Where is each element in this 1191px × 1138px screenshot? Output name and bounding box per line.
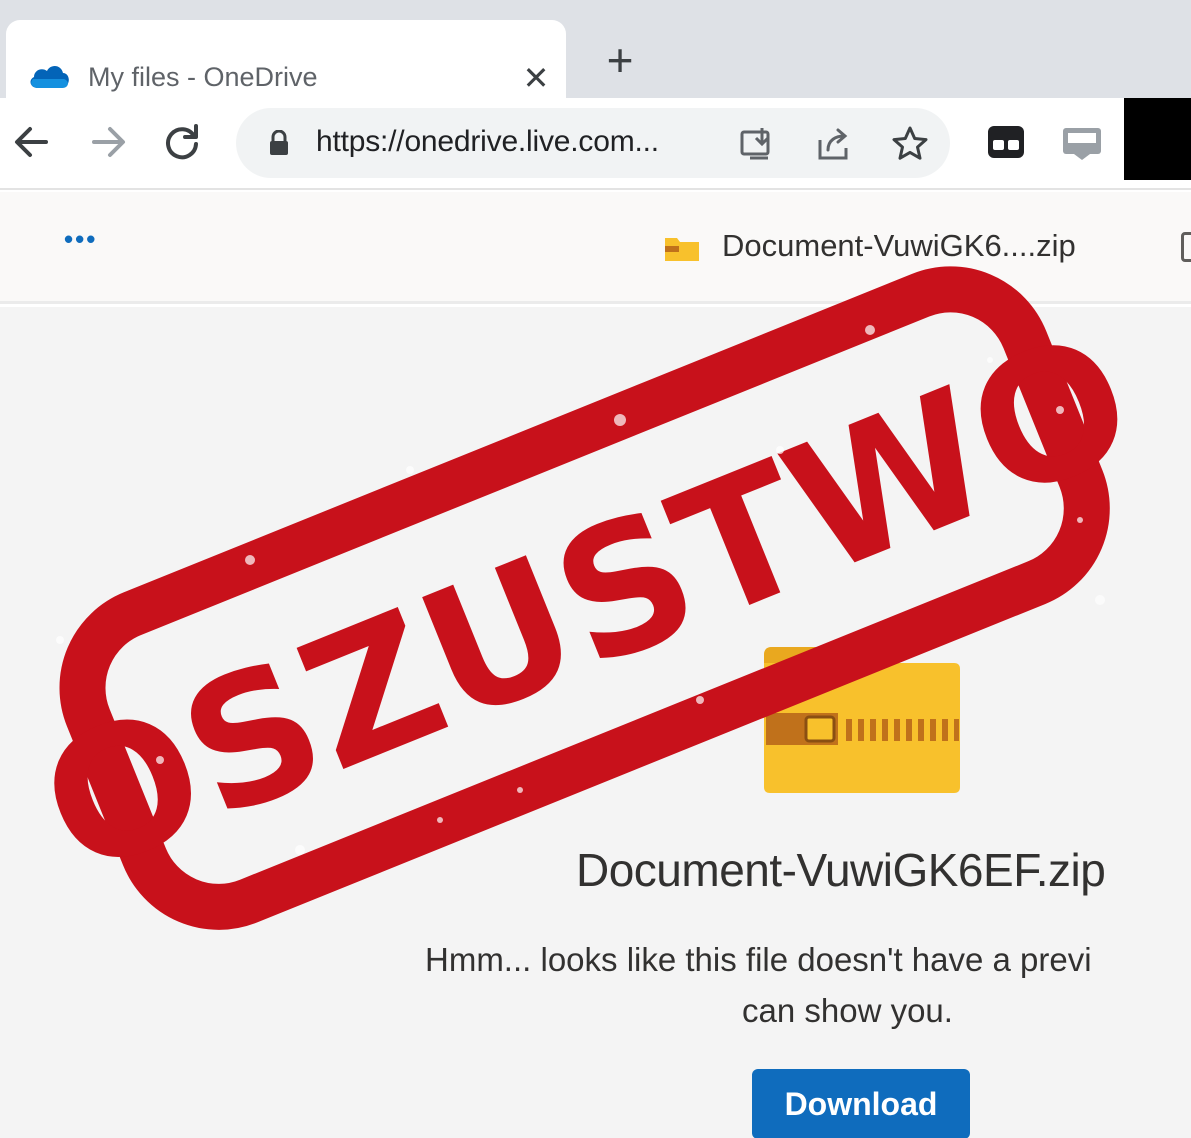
tab-strip: My files - OneDrive ✕ + (0, 0, 1191, 100)
lock-icon[interactable] (268, 130, 290, 156)
info-pane-icon[interactable] (1181, 232, 1191, 262)
tab-title: My files - OneDrive (88, 62, 318, 92)
extension-icon[interactable] (984, 120, 1028, 164)
preview-file-name: Document-VuwiGK6EF.zip (576, 844, 1106, 896)
browser-tab[interactable]: My files - OneDrive ✕ (6, 20, 566, 100)
preview-area: Document-VuwiGK6EF.zip Hmm... looks like… (0, 307, 1191, 1138)
onedrive-cloud-icon (30, 65, 69, 88)
zip-folder-icon (665, 238, 699, 261)
share-icon[interactable] (814, 124, 854, 164)
install-app-icon[interactable] (738, 124, 778, 164)
header-file-name[interactable]: Document-VuwiGK6....zip (722, 228, 1076, 264)
arrow-right-icon[interactable] (86, 120, 130, 164)
toolbar-black-area (1124, 98, 1191, 180)
close-icon[interactable]: ✕ (518, 60, 554, 96)
star-icon[interactable] (890, 124, 930, 164)
plus-icon[interactable]: + (598, 37, 642, 83)
no-preview-message-continued: can show you. (742, 992, 953, 1029)
download-button[interactable]: Download (752, 1069, 970, 1138)
extension-icon-2[interactable] (1060, 120, 1104, 164)
reload-icon[interactable] (160, 120, 204, 164)
more-options-button[interactable]: ••• (64, 226, 108, 252)
zip-file-icon (764, 647, 960, 793)
url-text[interactable]: https://onedrive.live.com... (316, 125, 659, 159)
arrow-left-icon[interactable] (10, 120, 54, 164)
onedrive-command-bar: ••• Document-VuwiGK6....zip (0, 192, 1191, 304)
browser-toolbar: https://onedrive.live.com... (0, 98, 1191, 190)
no-preview-message: Hmm... looks like this file doesn't have… (425, 941, 1092, 978)
address-bar[interactable]: https://onedrive.live.com... (236, 108, 950, 178)
